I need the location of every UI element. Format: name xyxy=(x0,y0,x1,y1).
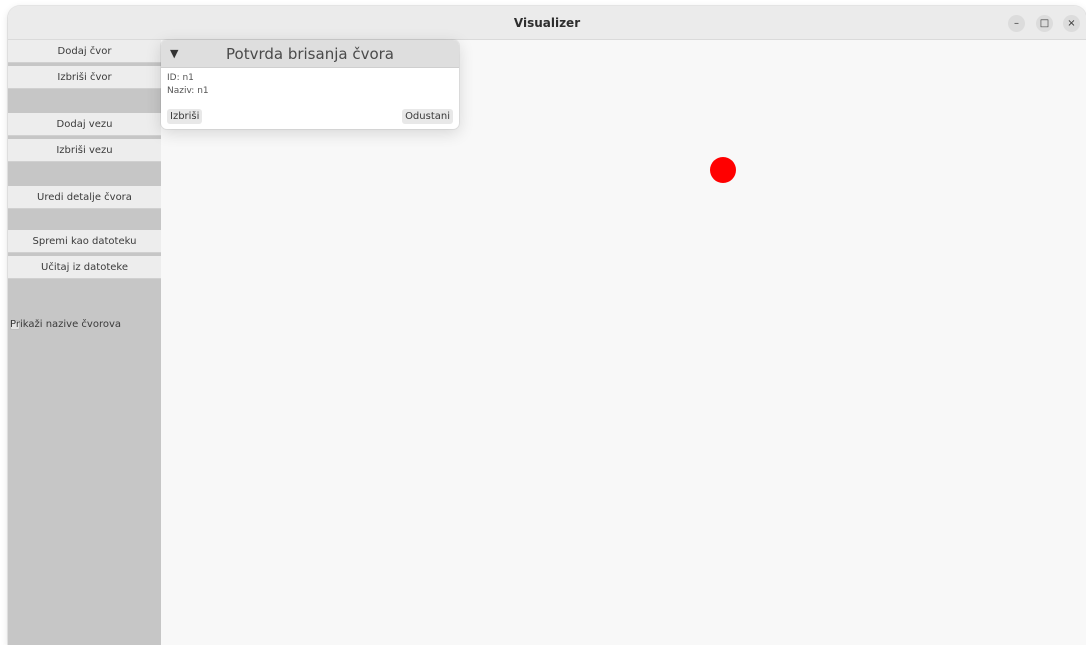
confirm-delete-button[interactable]: Izbriši xyxy=(167,109,203,124)
graph-node[interactable] xyxy=(710,157,736,183)
minimize-icon[interactable]: – xyxy=(1008,15,1025,32)
delete-node-button[interactable]: Izbriši čvor xyxy=(8,66,161,89)
add-edge-button[interactable]: Dodaj vezu xyxy=(8,113,161,136)
save-to-file-button[interactable]: Spremi kao datoteku xyxy=(8,230,161,253)
title-bar[interactable]: Visualizer – □ × xyxy=(8,6,1086,40)
load-from-file-button[interactable]: Učitaj iz datoteke xyxy=(8,256,161,279)
edit-node-details-button[interactable]: Uredi detalje čvora xyxy=(8,186,161,209)
dialog-title: Potvrda brisanja čvora xyxy=(226,45,394,63)
add-node-button[interactable]: Dodaj čvor xyxy=(8,40,161,63)
dialog-header[interactable]: ▼ Potvrda brisanja čvora xyxy=(161,40,459,68)
node-id-text: ID: n1 xyxy=(167,73,194,83)
maximize-icon[interactable]: □ xyxy=(1036,15,1053,32)
window-title: Visualizer xyxy=(513,16,581,30)
sidebar: Dodaj čvor Izbriši čvor Dodaj vezu Izbri… xyxy=(8,40,161,645)
graph-canvas[interactable] xyxy=(161,40,1086,645)
node-name-text: Naziv: n1 xyxy=(167,86,209,96)
close-icon[interactable]: × xyxy=(1063,15,1080,32)
delete-node-confirmation-dialog: ▼ Potvrda brisanja čvora ID: n1 Naziv: n… xyxy=(161,40,459,129)
cancel-button[interactable]: Odustani xyxy=(402,109,453,124)
delete-edge-button[interactable]: Izbriši vezu xyxy=(8,139,161,162)
show-node-names-label: Prikaži nazive čvorova xyxy=(10,319,122,330)
